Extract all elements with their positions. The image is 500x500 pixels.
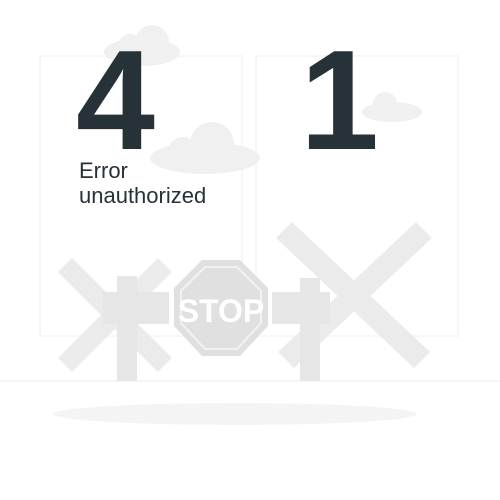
error-caption-line1: Error: [79, 158, 128, 183]
error-illustration: STOP 4 1 Error unauthorized: [0, 0, 500, 500]
error-caption-line2: unauthorized: [79, 183, 207, 208]
stop-sign: STOP: [174, 260, 268, 356]
barrier-scene: STOP: [0, 25, 500, 425]
error-digit-one: 1: [300, 21, 379, 180]
ground-shadow: [53, 403, 417, 425]
error-digit-four: 4: [76, 21, 155, 180]
error-caption: Error unauthorized: [79, 158, 206, 208]
stop-sign-text: STOP: [178, 293, 265, 329]
